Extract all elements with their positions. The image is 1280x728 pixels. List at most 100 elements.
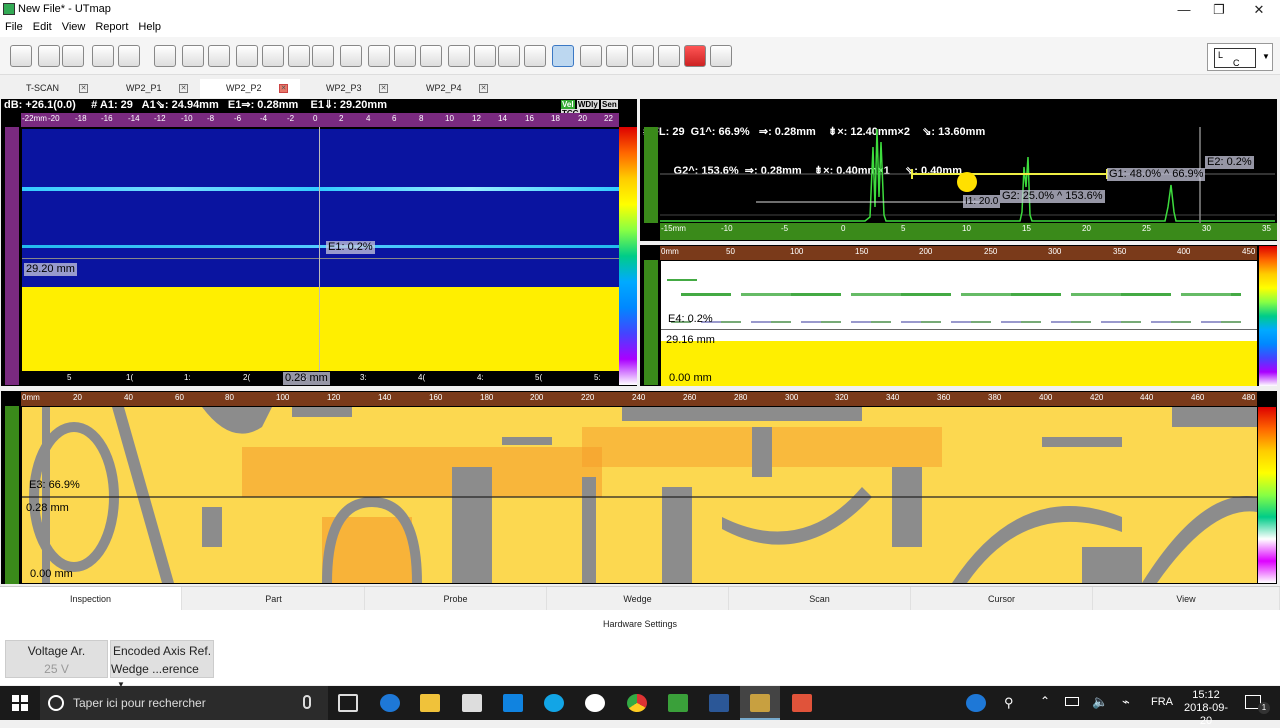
dropbox-icon[interactable] (503, 694, 523, 712)
gauge-icon[interactable] (262, 45, 284, 67)
tab-wp2-p3[interactable]: WP2_P3 ✕ (300, 79, 400, 98)
crop-icon[interactable] (632, 45, 654, 67)
menu-file[interactable]: File (0, 20, 28, 34)
tab-t-scan[interactable]: T-SCAN ✕ (0, 79, 100, 98)
tab-wp2-p1[interactable]: WP2_P1 ✕ (100, 79, 200, 98)
chrome-icon[interactable] (627, 694, 647, 712)
close-icon[interactable]: ✕ (79, 84, 88, 93)
menu-help[interactable]: Help (133, 20, 166, 34)
microphone-icon[interactable] (303, 695, 311, 709)
layout-add-icon[interactable] (154, 45, 176, 67)
zoom-fit-icon[interactable] (420, 45, 442, 67)
taskbar-search[interactable]: Taper ici pour rechercher (40, 686, 328, 720)
skype-icon[interactable] (544, 694, 564, 712)
slack-icon[interactable] (585, 694, 605, 712)
gate-g2-label[interactable]: G2: 25.0% ^ 153.6% (1000, 190, 1105, 203)
layout-selector[interactable]: L C ▼ (1207, 43, 1273, 71)
palette-icon[interactable] (236, 45, 258, 67)
language-indicator[interactable]: FRA (1151, 696, 1173, 708)
camtasia-icon[interactable] (668, 694, 688, 712)
rotate-left-icon[interactable] (448, 45, 470, 67)
tab-part[interactable]: Part (183, 587, 365, 611)
zoom-out-icon[interactable] (394, 45, 416, 67)
minimize-button[interactable]: — (1166, 0, 1202, 20)
ruler-tick: 35 (1262, 224, 1271, 233)
ascan-view[interactable]: # FL: 29 G1^: 66.9% ⇒: 0.28mm ⇟×: 12.40m… (640, 99, 1277, 241)
new-file-icon[interactable] (10, 45, 32, 67)
close-icon[interactable]: ✕ (379, 84, 388, 93)
annotation-remove-icon[interactable] (606, 45, 628, 67)
ruler-tick: 240 (632, 393, 646, 402)
encoded-axis-field[interactable]: Encoded Axis Ref. Wedge ...erence ▼ (110, 640, 214, 689)
menu-view[interactable]: View (57, 20, 91, 34)
cscan-main-color-scale (1258, 407, 1276, 583)
screen-view-icon[interactable] (552, 45, 574, 67)
task-view-icon[interactable] (338, 694, 358, 712)
voltage-field[interactable]: Voltage Ar. 25 V (5, 640, 108, 678)
cscan-main-view[interactable]: 0mm 20 40 60 80 100 120 140 160 180 200 220 240 260 28… (1, 391, 1277, 584)
tab-wp2-p4[interactable]: WP2_P4 ✕ (400, 79, 500, 98)
maximize-button[interactable]: ❐ (1201, 0, 1237, 20)
file-tabs: T-SCAN ✕ WP2_P1 ✕ WP2_P2 ✕ WP2_P3 ✕ WP2_P4 ✕ (0, 79, 1280, 98)
chevron-up-icon[interactable]: ⌃ (1040, 694, 1050, 708)
close-icon[interactable]: ✕ (279, 84, 288, 93)
badge-wdly[interactable]: WDly (576, 100, 599, 109)
tab-wp2-p2[interactable]: WP2_P2 ✕ (200, 79, 300, 98)
ruler-tick: 200 (919, 247, 933, 256)
refresh-settings-icon[interactable] (288, 45, 310, 67)
badge-sen[interactable]: Sen (601, 100, 618, 109)
badge-vel[interactable]: Vel (561, 100, 575, 109)
people-icon[interactable]: ⚲ (1004, 695, 1014, 711)
pdf-export-icon[interactable] (684, 45, 706, 67)
tab-wedge[interactable]: Wedge (547, 587, 729, 611)
open-recent-icon[interactable] (62, 45, 84, 67)
clock[interactable]: 15:12 2018-09-20 (1180, 689, 1232, 728)
percent-icon[interactable] (312, 45, 334, 67)
index-cursor-line[interactable] (319, 127, 320, 371)
close-window-button[interactable]: ✕ (1241, 0, 1277, 20)
ruler-tick: 8 (419, 114, 424, 123)
open-folder-icon[interactable] (38, 45, 60, 67)
ruler-tick: 480 (1242, 393, 1256, 402)
word-icon[interactable] (709, 694, 729, 712)
zoom-in-icon[interactable] (368, 45, 390, 67)
tab-inspection[interactable]: Inspection (0, 587, 182, 611)
edge-browser-icon[interactable] (380, 694, 400, 712)
menu-edit[interactable]: Edit (28, 20, 57, 34)
depth-cursor-line[interactable] (22, 258, 619, 259)
cscan-preview-zero-label: 0.00 mm (669, 372, 712, 384)
ruler-tick: 1: (184, 373, 191, 382)
utmap-taskbar-item[interactable] (740, 686, 780, 720)
cursor-cross-icon[interactable] (658, 45, 680, 67)
store-icon[interactable] (462, 694, 482, 712)
mirror-icon[interactable] (498, 45, 520, 67)
rotate-right-icon[interactable] (474, 45, 496, 67)
csv-export-icon[interactable] (710, 45, 732, 67)
menu-report[interactable]: Report (90, 20, 133, 34)
close-icon[interactable]: ✕ (479, 84, 488, 93)
layout-remove-icon[interactable] (208, 45, 230, 67)
export-icon[interactable] (118, 45, 140, 67)
cscan-preview-view[interactable]: 0mm 50 100 150 200 250 300 350 400 450 E4: 0.2% 2… (640, 245, 1277, 386)
copy-view-icon[interactable] (340, 45, 362, 67)
battery-icon[interactable] (1065, 697, 1079, 706)
import-icon[interactable] (92, 45, 114, 67)
gate-g1-label[interactable]: G1: 48.0% ^ 66.9% (1107, 168, 1206, 181)
volume-icon[interactable]: 🔈 (1092, 694, 1108, 710)
layout-split-icon[interactable] (182, 45, 204, 67)
cscan-preview-cursor-line[interactable] (661, 329, 1257, 330)
tab-probe[interactable]: Probe (365, 587, 547, 611)
close-icon[interactable]: ✕ (179, 84, 188, 93)
bscan-view[interactable]: dB: +26.1(0.0) # A1: 29 A1⇘: 24.94mm E1⇒… (1, 99, 637, 386)
help-icon[interactable] (966, 694, 986, 712)
align-icon[interactable] (524, 45, 546, 67)
tab-cursor[interactable]: Cursor (911, 587, 1093, 611)
annotation-add-icon[interactable] (580, 45, 602, 67)
network-icon[interactable]: ⌁ (1122, 694, 1130, 710)
gate-i1-label[interactable]: I1: 20.0 (963, 195, 1001, 208)
recorder-icon[interactable] (792, 694, 812, 712)
file-explorer-icon[interactable] (420, 694, 440, 712)
windows-start-icon[interactable] (12, 695, 28, 711)
tab-scan[interactable]: Scan (729, 587, 911, 611)
tab-view[interactable]: View (1093, 587, 1280, 611)
